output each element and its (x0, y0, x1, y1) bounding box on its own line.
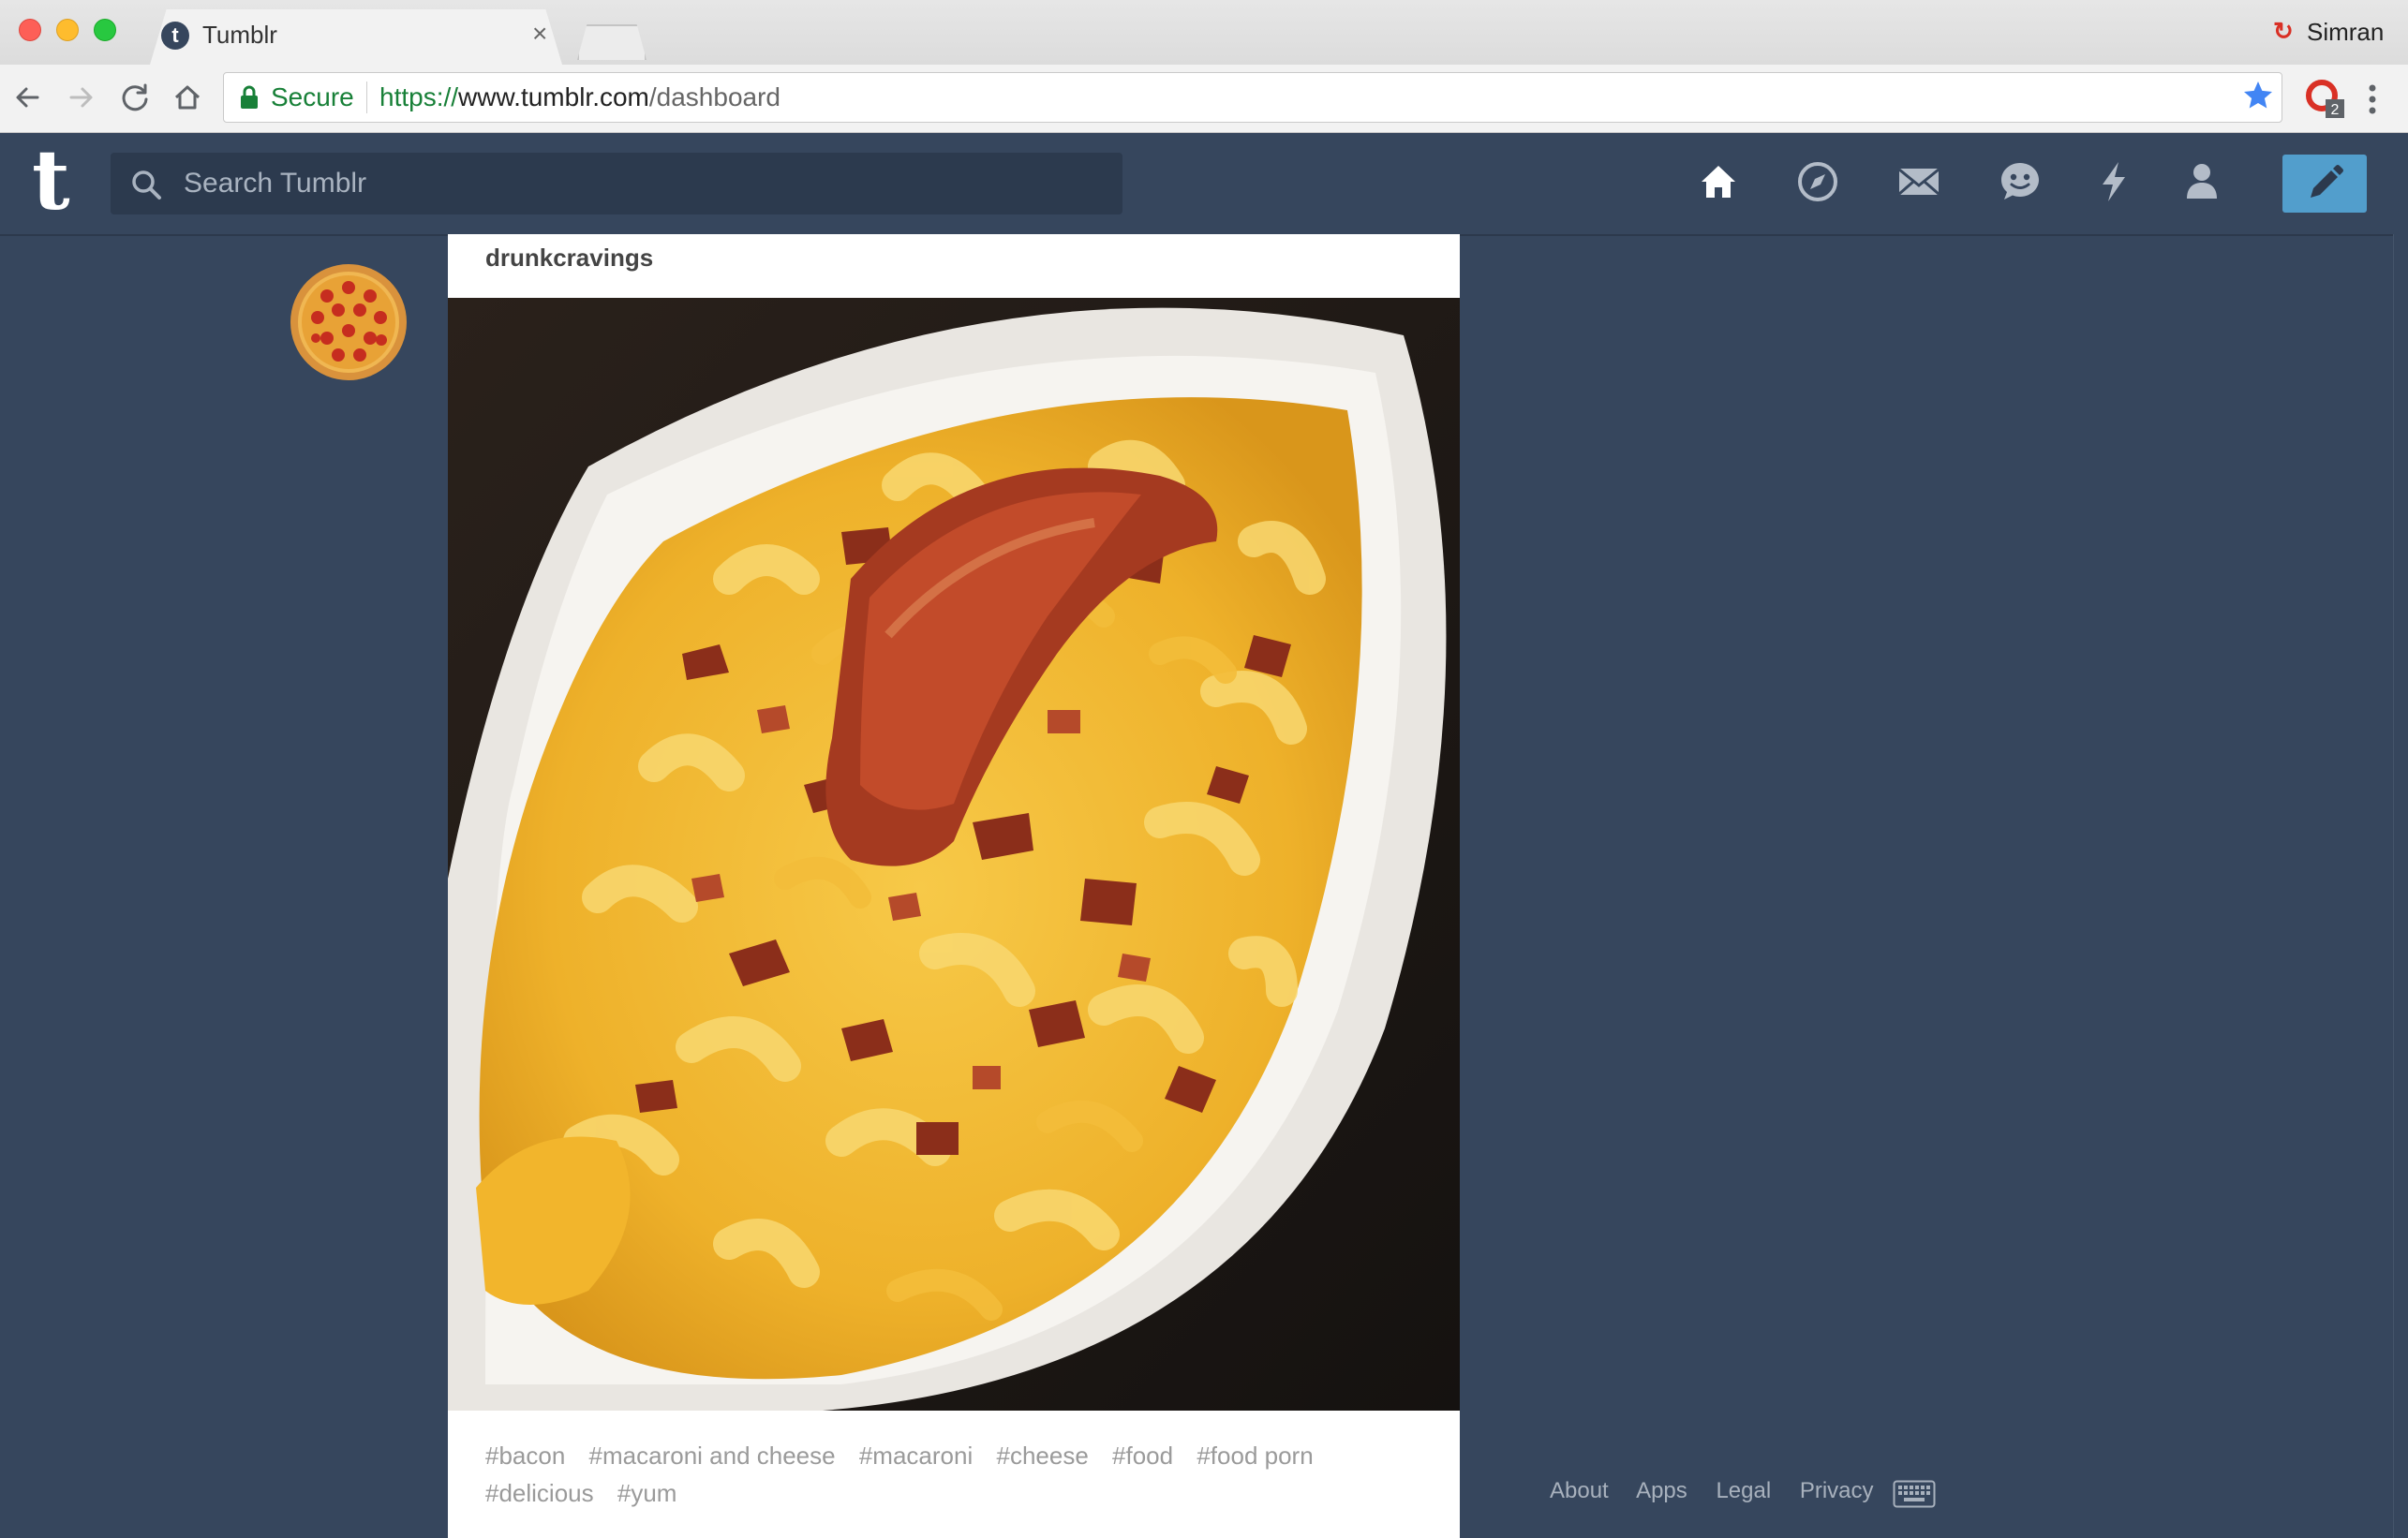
tag-bacon[interactable]: #bacon (485, 1437, 565, 1474)
compose-button[interactable] (2282, 155, 2367, 213)
mac-and-cheese-photo (448, 298, 1460, 1411)
tag-food[interactable]: #food (1112, 1437, 1173, 1474)
inbox-icon[interactable] (1896, 159, 1941, 204)
activity-icon[interactable] (2091, 159, 2136, 204)
page-scrollbar[interactable] (2393, 234, 2408, 1538)
search-input[interactable]: Search Tumblr (111, 153, 1122, 214)
minimize-window-button[interactable] (56, 19, 79, 41)
tag-yum[interactable]: #yum (617, 1474, 677, 1512)
tab-title: Tumblr (202, 21, 277, 49)
home-icon[interactable] (1696, 159, 1741, 204)
search-placeholder: Search Tumblr (184, 168, 367, 199)
browser-menu-icon[interactable] (2365, 81, 2380, 118)
address-bar[interactable]: Secure https://www.tumblr.com/dashboard (223, 72, 2282, 123)
profile-sync-icon[interactable]: ↻ (2273, 17, 2294, 46)
url-path: /dashboard (648, 82, 780, 111)
tag-food-porn[interactable]: #food porn (1197, 1437, 1313, 1474)
tumblr-favicon-icon: t (161, 22, 189, 50)
close-window-button[interactable] (19, 19, 41, 41)
forward-arrow-icon[interactable] (62, 79, 99, 116)
extension-icon[interactable]: 2 (2305, 79, 2346, 120)
pizza-avatar-image (290, 264, 407, 380)
home-page-icon[interactable] (169, 79, 206, 116)
post-author[interactable]: drunkcravings (485, 244, 653, 273)
url-host: www.tumblr.com (458, 82, 649, 111)
secure-label: Secure (271, 82, 354, 111)
explore-icon[interactable] (1795, 159, 1840, 204)
url-text[interactable]: https://www.tumblr.com/dashboard (379, 82, 780, 112)
reload-icon[interactable] (116, 79, 154, 116)
bookmark-star-icon[interactable] (2241, 79, 2275, 112)
compose-pencil-icon (2311, 165, 2343, 198)
tab-close-icon[interactable]: × (532, 21, 547, 47)
tag-delicious[interactable]: #delicious (485, 1474, 594, 1512)
maximize-window-button[interactable] (94, 19, 116, 41)
keyboard-shortcuts-icon[interactable] (1893, 1480, 1936, 1508)
footer-link-about[interactable]: About (1550, 1478, 1609, 1503)
tumblr-logo[interactable]: t (32, 139, 70, 221)
post-card: drunkcravings #bacon #macaroni and chees… (448, 234, 1460, 1538)
account-icon[interactable] (2179, 159, 2224, 204)
omnibox-divider (366, 81, 367, 113)
tag-macaroni-and-cheese[interactable]: #macaroni and cheese (589, 1437, 836, 1474)
footer-link-legal[interactable]: Legal (1716, 1478, 1771, 1503)
new-tab-button[interactable] (577, 24, 647, 60)
post-photo[interactable] (448, 298, 1460, 1411)
footer-link-apps[interactable]: Apps (1636, 1478, 1687, 1503)
profile-name[interactable]: Simran (2307, 18, 2384, 47)
back-arrow-icon[interactable] (9, 79, 47, 116)
post-tags: #bacon #macaroni and cheese #macaroni #c… (485, 1437, 1422, 1512)
tag-cheese[interactable]: #cheese (996, 1437, 1088, 1474)
url-scheme: https:// (379, 82, 459, 111)
footer-link-privacy[interactable]: Privacy (1800, 1478, 1874, 1503)
lock-icon (241, 85, 258, 109)
messaging-icon[interactable] (1998, 159, 2043, 204)
blog-avatar[interactable] (290, 263, 408, 381)
footer-links: About Apps Legal Privacy (1550, 1478, 1896, 1504)
search-icon (132, 170, 161, 200)
extension-badge: 2 (2331, 102, 2340, 118)
tag-macaroni[interactable]: #macaroni (859, 1437, 973, 1474)
